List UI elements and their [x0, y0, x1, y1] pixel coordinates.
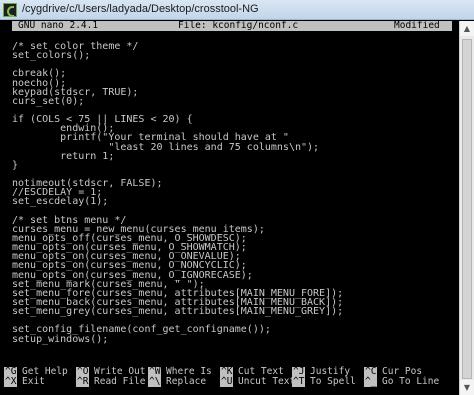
nano-modified-status: Modified — [394, 20, 440, 31]
shortcut-label: To Spell — [310, 376, 356, 387]
shortcut-key[interactable]: ^X — [4, 377, 18, 387]
nano-version: GNU nano 2.4.1 — [18, 20, 99, 31]
scroll-down-arrow-icon[interactable]: ▼ — [460, 380, 474, 395]
terminal-area[interactable]: GNU nano 2.4.1 File: kconfig/nconf.c Mod… — [0, 21, 459, 395]
shortcut-label: Exit — [22, 376, 45, 387]
shortcut-label: Go To Line — [382, 376, 440, 387]
cygwin-app-icon — [3, 3, 17, 17]
shortcut-label: Uncut Text — [238, 376, 296, 387]
nano-filename: File: kconfig/nconf.c — [178, 20, 299, 31]
shortcut-label: Replace — [166, 376, 207, 387]
shortcut-key[interactable]: ^_ — [364, 377, 378, 387]
window-title: /cygdrive/c/Users/ladyada/Desktop/crosst… — [22, 3, 259, 15]
shortcut-key[interactable]: ^T — [292, 377, 306, 387]
code-line[interactable]: } — [12, 160, 343, 170]
shortcut-key[interactable]: ^U — [220, 377, 234, 387]
scroll-up-arrow-icon[interactable]: ▲ — [460, 21, 474, 36]
scrollbar-thumb[interactable] — [462, 39, 472, 379]
shortcut-label: Read File — [94, 376, 146, 387]
code-line[interactable]: setup_windows(); — [12, 334, 343, 344]
vertical-scrollbar[interactable]: ▲ ▼ — [459, 21, 474, 395]
code-line[interactable]: curs_set(0); — [12, 96, 343, 106]
code-line[interactable]: set_menu_grey(curses_menu, attributes[MA… — [12, 307, 343, 317]
code-line[interactable]: return 1; — [12, 151, 343, 161]
code-line[interactable]: set_colors(); — [12, 51, 343, 61]
code-editor[interactable]: /* set color theme */set_colors(); cbreak… — [12, 41, 343, 344]
nano-header-bar: GNU nano 2.4.1 File: kconfig/nconf.c Mod… — [12, 21, 452, 31]
window-titlebar[interactable]: /cygdrive/c/Users/ladyada/Desktop/crosst… — [0, 0, 474, 20]
code-line[interactable]: set_escdelay(1); — [12, 197, 343, 207]
shortcut-key[interactable]: ^R — [76, 377, 90, 387]
shortcut-key[interactable]: ^\ — [148, 377, 162, 387]
